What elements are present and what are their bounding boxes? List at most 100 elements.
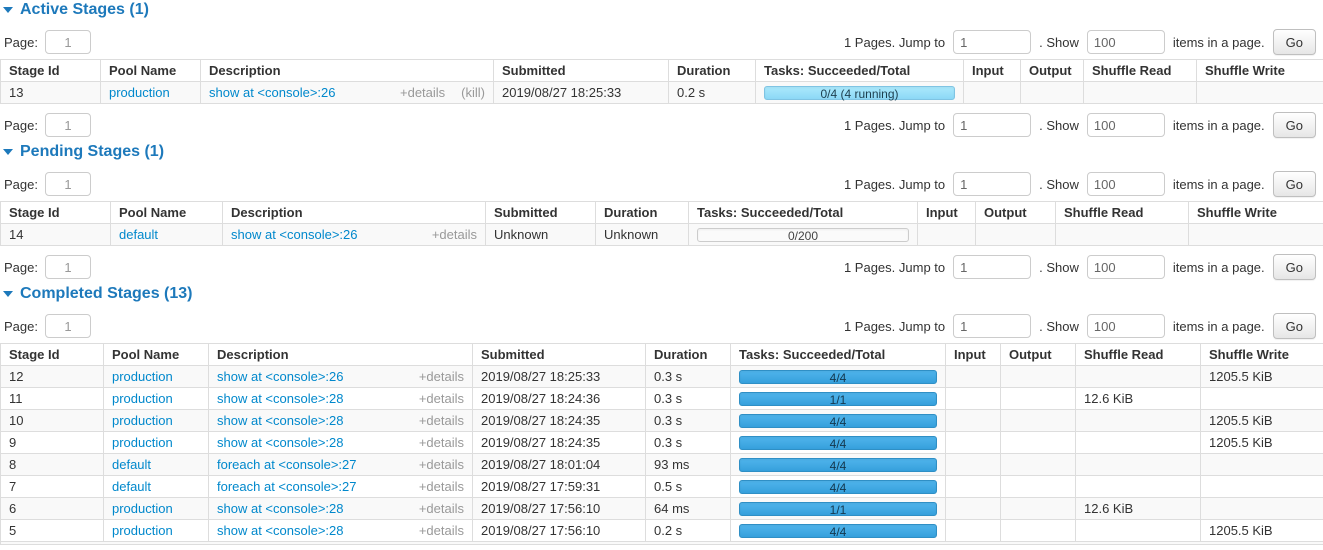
go-button[interactable]: Go <box>1273 171 1316 197</box>
jump-to-input[interactable] <box>953 30 1031 54</box>
description-link[interactable]: show at <console>:28 <box>217 413 343 428</box>
col-header-input[interactable]: Input <box>964 60 1021 82</box>
pool-name-link[interactable]: production <box>112 369 173 384</box>
show-label: . Show <box>1039 319 1079 334</box>
pool-name-link[interactable]: default <box>119 227 158 242</box>
details-toggle[interactable]: +details <box>419 391 464 406</box>
description-actions: +details <box>409 369 464 384</box>
details-toggle[interactable]: +details <box>419 479 464 494</box>
col-header-input[interactable]: Input <box>918 202 976 224</box>
active-section-title[interactable]: Active Stages (1) <box>0 0 1323 19</box>
details-toggle[interactable]: +details <box>419 523 464 538</box>
col-header-description[interactable]: Description <box>209 344 473 366</box>
show-count-input[interactable] <box>1087 113 1165 137</box>
details-toggle[interactable]: +details <box>400 85 445 100</box>
col-header-duration[interactable]: Duration <box>669 60 756 82</box>
task-progress-bar: 4/4 <box>739 414 937 428</box>
col-header-pool-name[interactable]: Pool Name <box>104 344 209 366</box>
pool-name-link[interactable]: production <box>112 413 173 428</box>
pending-section-title[interactable]: Pending Stages (1) <box>0 142 1323 161</box>
col-header-submitted[interactable]: Submitted <box>473 344 646 366</box>
stage-id-cell: 12 <box>1 366 104 388</box>
kill-link[interactable]: (kill) <box>461 85 485 100</box>
description-link[interactable]: show at <console>:28 <box>217 523 343 538</box>
pool-name-link[interactable]: default <box>112 457 151 472</box>
col-header-duration[interactable]: Duration <box>646 344 731 366</box>
col-header-tasks-succeeded-total[interactable]: Tasks: Succeeded/Total <box>689 202 918 224</box>
page-number-input[interactable] <box>45 113 91 137</box>
col-header-description[interactable]: Description <box>201 60 494 82</box>
col-header-submitted[interactable]: Submitted <box>494 60 669 82</box>
col-header-duration[interactable]: Duration <box>596 202 689 224</box>
description-link[interactable]: show at <console>:26 <box>217 369 343 384</box>
col-header-tasks-succeeded-total[interactable]: Tasks: Succeeded/Total <box>756 60 964 82</box>
tasks-cell: 1/1 <box>731 498 946 520</box>
jump-to-input[interactable] <box>953 172 1031 196</box>
col-header-output[interactable]: Output <box>976 202 1056 224</box>
page-number-input[interactable] <box>45 314 91 338</box>
description-link[interactable]: foreach at <console>:27 <box>217 457 357 472</box>
details-toggle[interactable]: +details <box>419 457 464 472</box>
task-progress-bar: 4/4 <box>739 370 937 384</box>
pool-name-link[interactable]: production <box>112 435 173 450</box>
pool-name-link[interactable]: production <box>112 501 173 516</box>
details-toggle[interactable]: +details <box>419 369 464 384</box>
pages-count-text: 1 Pages. Jump to <box>844 177 945 192</box>
jump-to-input[interactable] <box>953 255 1031 279</box>
col-header-input[interactable]: Input <box>946 344 1001 366</box>
pool-name-link[interactable]: production <box>112 391 173 406</box>
show-count-input[interactable] <box>1087 30 1165 54</box>
col-header-output[interactable]: Output <box>1021 60 1084 82</box>
col-header-shuffle-read[interactable]: Shuffle Read <box>1084 60 1197 82</box>
col-header-shuffle-read[interactable]: Shuffle Read <box>1056 202 1189 224</box>
details-toggle[interactable]: +details <box>419 501 464 516</box>
col-header-stage-id[interactable]: Stage Id <box>1 202 111 224</box>
col-header-shuffle-write[interactable]: Shuffle Write <box>1201 344 1323 366</box>
input-cell <box>946 454 1001 476</box>
description-link[interactable]: show at <console>:28 <box>217 391 343 406</box>
go-button[interactable]: Go <box>1273 112 1316 138</box>
description-cell: show at <console>:28 +details <box>209 388 473 410</box>
description-link[interactable]: show at <console>:26 <box>231 227 357 242</box>
col-header-shuffle-write[interactable]: Shuffle Write <box>1197 60 1323 82</box>
show-count-input[interactable] <box>1087 314 1165 338</box>
col-header-output[interactable]: Output <box>1001 344 1076 366</box>
col-header-stage-id[interactable]: Stage Id <box>1 344 104 366</box>
go-button[interactable]: Go <box>1273 29 1316 55</box>
pagination-left: Page: <box>4 255 91 279</box>
details-toggle[interactable]: +details <box>419 435 464 450</box>
details-toggle[interactable]: +details <box>419 413 464 428</box>
shuffle-write-cell: 1205.5 KiB <box>1201 410 1323 432</box>
description-link[interactable]: show at <console>:28 <box>217 501 343 516</box>
pool-name-link[interactable]: production <box>112 523 173 538</box>
stage-row: 6productionshow at <console>:28+details2… <box>1 498 1323 520</box>
description-link[interactable]: show at <console>:28 <box>217 435 343 450</box>
col-header-description[interactable]: Description <box>223 202 486 224</box>
col-header-shuffle-read[interactable]: Shuffle Read <box>1076 344 1201 366</box>
description-link[interactable]: foreach at <console>:27 <box>217 479 357 494</box>
page-number-input[interactable] <box>45 172 91 196</box>
pool-name-link[interactable]: production <box>109 85 170 100</box>
description-link[interactable]: show at <console>:26 <box>209 85 335 100</box>
go-button[interactable]: Go <box>1273 313 1316 339</box>
description-wrap: show at <console>:26 +details <box>217 369 464 384</box>
col-header-tasks-succeeded-total[interactable]: Tasks: Succeeded/Total <box>731 344 946 366</box>
page-number-input[interactable] <box>45 30 91 54</box>
details-toggle[interactable]: +details <box>432 227 477 242</box>
page-number-input[interactable] <box>45 255 91 279</box>
show-count-input[interactable] <box>1087 255 1165 279</box>
jump-to-input[interactable] <box>953 314 1031 338</box>
completed-section-title[interactable]: Completed Stages (13) <box>0 284 1323 303</box>
pool-name-link[interactable]: default <box>112 479 151 494</box>
show-count-input[interactable] <box>1087 172 1165 196</box>
col-header-pool-name[interactable]: Pool Name <box>111 202 223 224</box>
col-header-pool-name[interactable]: Pool Name <box>101 60 201 82</box>
col-header-stage-id[interactable]: Stage Id <box>1 60 101 82</box>
jump-to-input[interactable] <box>953 113 1031 137</box>
col-header-submitted[interactable]: Submitted <box>486 202 596 224</box>
pool-name-cell: production <box>104 432 209 454</box>
pool-name-cell: production <box>104 498 209 520</box>
go-button[interactable]: Go <box>1273 254 1316 280</box>
shuffle-read-cell <box>1076 476 1201 498</box>
col-header-shuffle-write[interactable]: Shuffle Write <box>1189 202 1323 224</box>
